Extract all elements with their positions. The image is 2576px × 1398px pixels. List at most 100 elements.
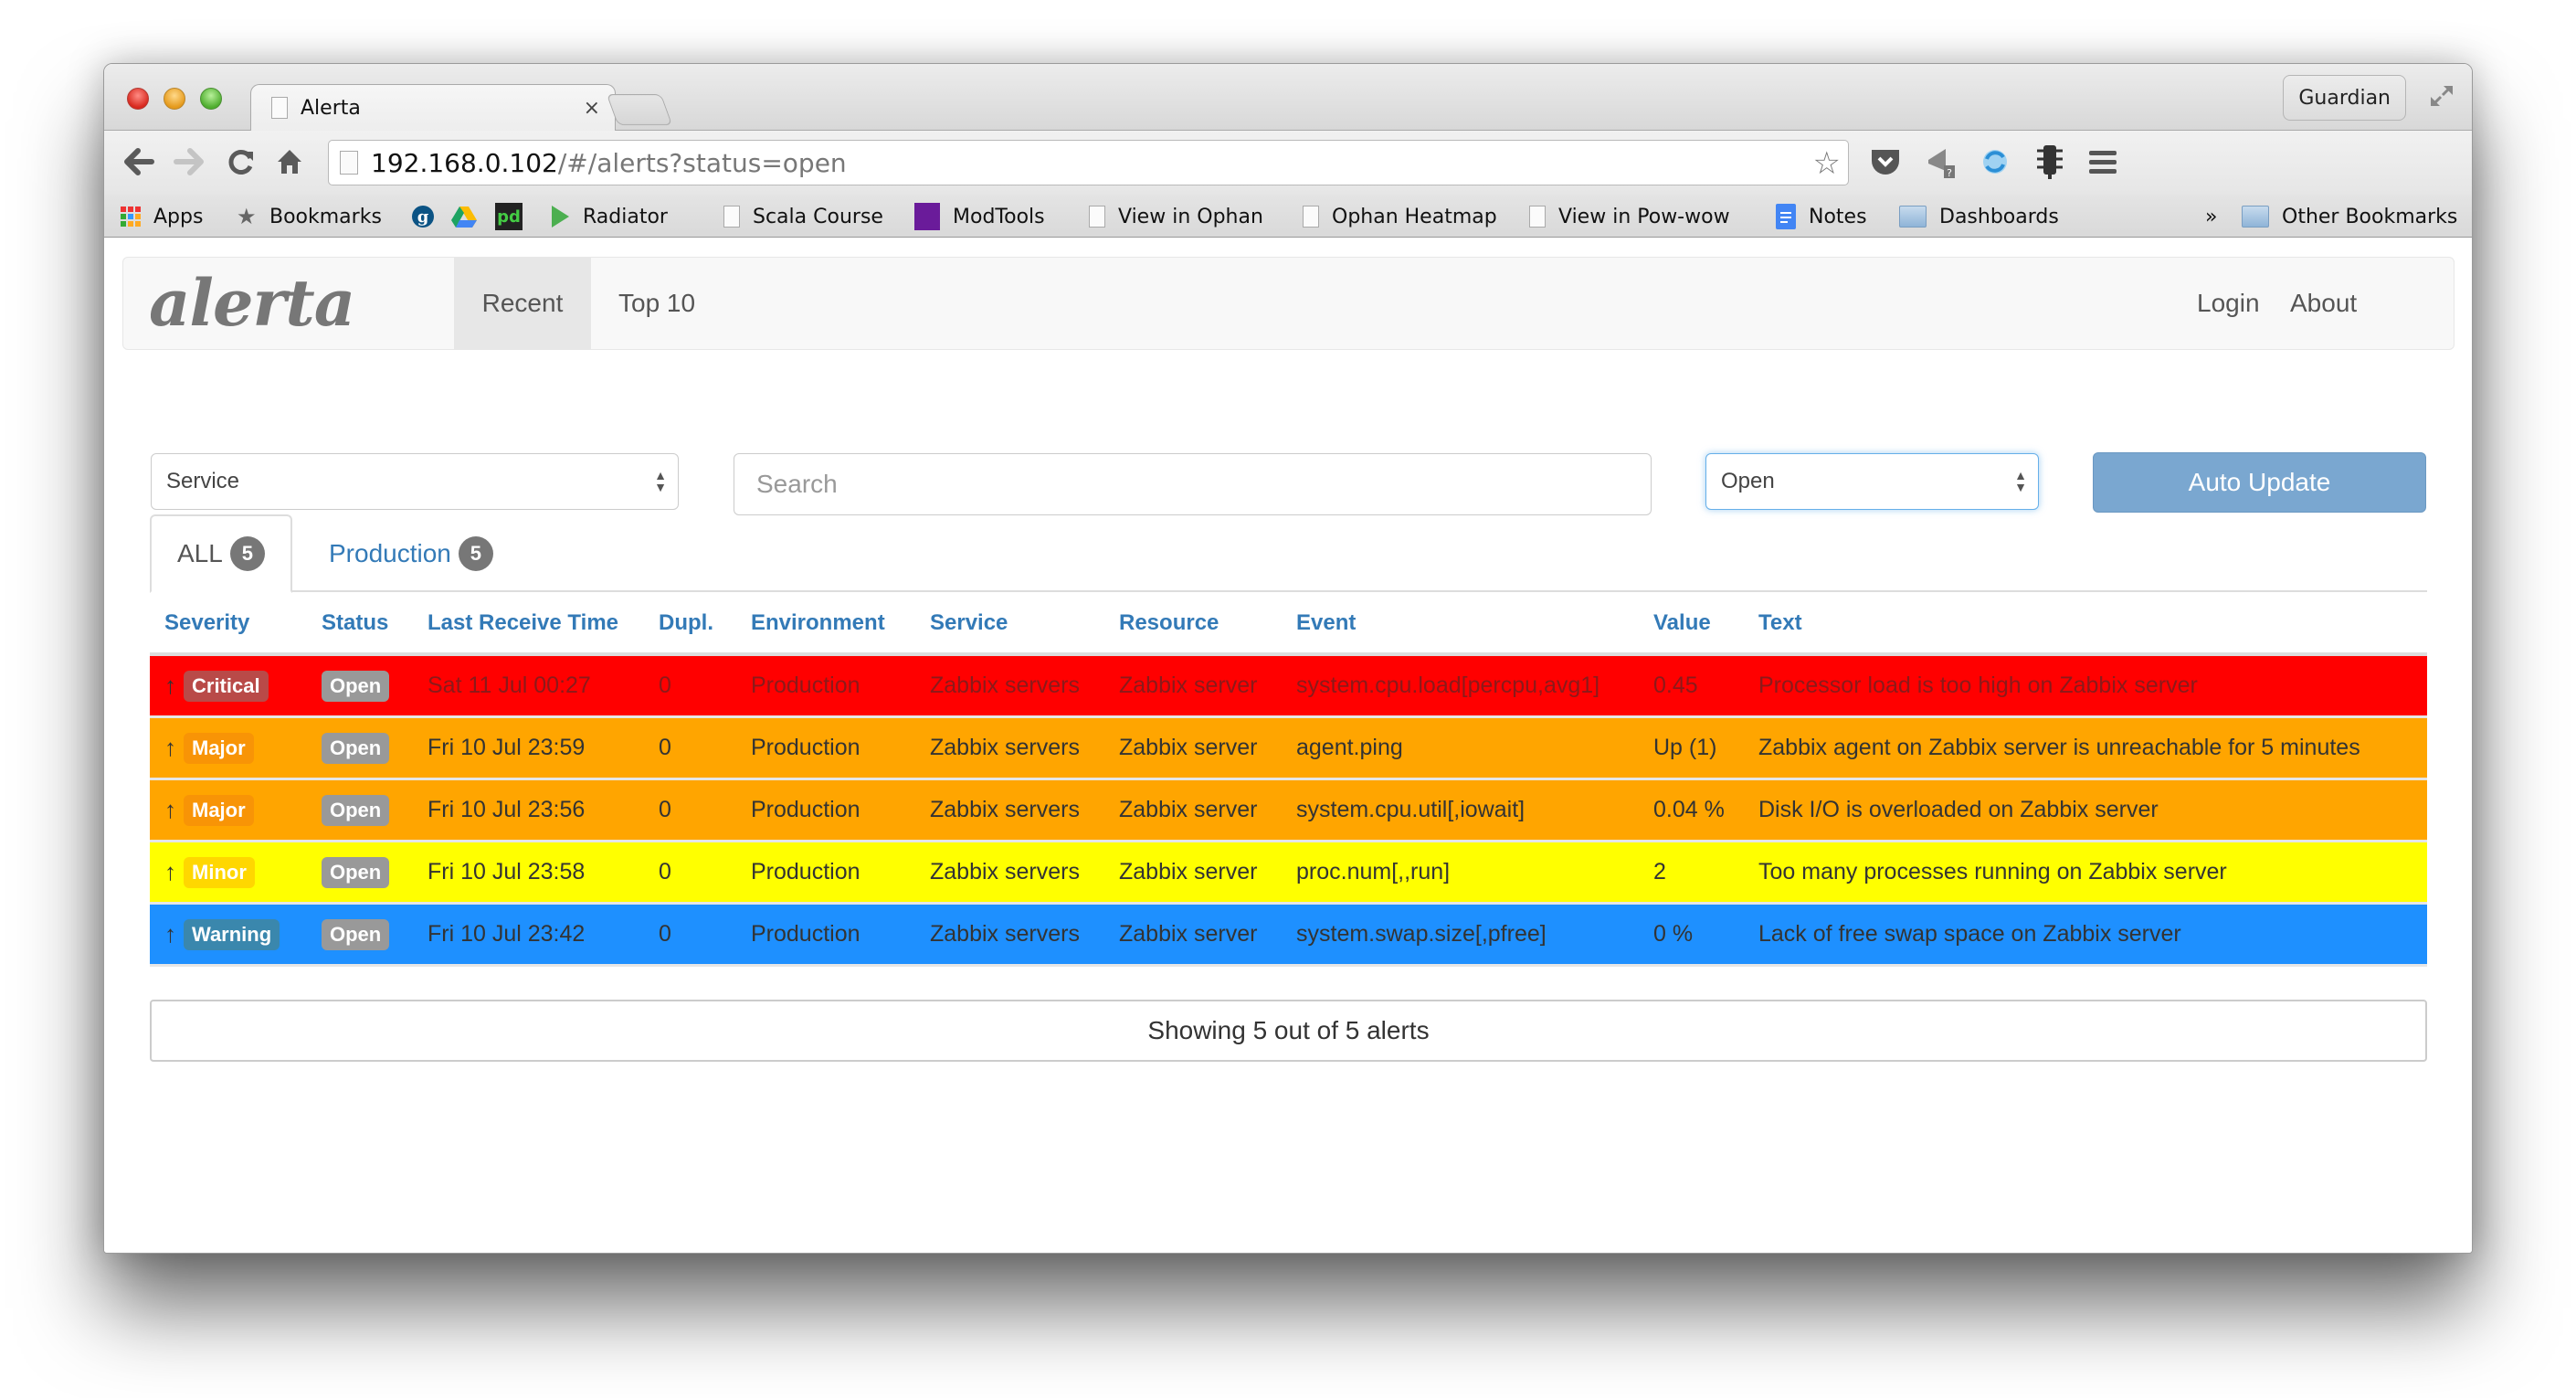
pocket-extension-button[interactable] xyxy=(1867,143,1904,180)
nav-about[interactable]: About xyxy=(2235,258,2384,349)
alerta-logo[interactable]: alerta xyxy=(149,265,355,341)
close-window-button[interactable] xyxy=(127,88,149,110)
bookmark-modtools[interactable]: ModTools xyxy=(914,203,1045,230)
environment-cell: Production xyxy=(736,905,915,967)
status-cell: Open xyxy=(307,656,413,718)
duplicate-count-cell: 0 xyxy=(644,656,736,718)
environment-cell: Production xyxy=(736,780,915,842)
other-bookmarks-folder[interactable]: Other Bookmarks xyxy=(2242,203,2457,230)
forward-button[interactable] xyxy=(173,145,206,178)
column-header-event[interactable]: Event xyxy=(1282,594,1639,656)
page-icon xyxy=(1529,206,1546,228)
group-by-select[interactable]: Service ▲ ▼ xyxy=(151,453,679,510)
reload-button[interactable] xyxy=(225,145,258,178)
traffic-light-icon xyxy=(2037,145,2063,179)
severity-label: Major xyxy=(184,732,254,764)
bookmarks-overflow-button[interactable]: » xyxy=(2205,203,2217,230)
severity-label: Warning xyxy=(184,918,280,950)
traffic-light-extension-button[interactable] xyxy=(2032,143,2068,180)
count-badge: 5 xyxy=(458,536,493,571)
bookmark-apps[interactable]: Apps xyxy=(121,203,203,230)
column-header-resource[interactable]: Resource xyxy=(1104,594,1282,656)
new-tab-button[interactable] xyxy=(606,94,673,125)
bookmark-label: View in Pow-wow xyxy=(1558,205,1730,228)
back-button[interactable] xyxy=(122,145,155,178)
last-receive-time-cell: Fri 10 Jul 23:59 xyxy=(413,718,644,780)
status-cell: Open xyxy=(307,905,413,967)
column-header-value[interactable]: Value xyxy=(1639,594,1744,656)
bookmark-view-in-ophan[interactable]: View in Ophan xyxy=(1089,203,1263,230)
service-cell: Zabbix servers xyxy=(915,656,1104,718)
column-header-status[interactable]: Status xyxy=(307,594,413,656)
bookmark-guardian[interactable]: g xyxy=(411,203,448,230)
bookmark-label: Bookmarks xyxy=(269,205,382,228)
bookmark-pagerduty[interactable]: pd xyxy=(495,203,535,230)
browser-tab-alerta[interactable]: Alerta × xyxy=(250,84,616,132)
bookmark-dashboards-folder[interactable]: Dashboards xyxy=(1899,203,2059,230)
bookmark-google-drive[interactable] xyxy=(451,203,490,230)
auto-update-button[interactable]: Auto Update xyxy=(2093,452,2426,513)
arrow-left-icon xyxy=(124,148,154,175)
minimize-window-button[interactable] xyxy=(164,88,185,110)
fullscreen-icon[interactable] xyxy=(2428,82,2455,110)
profile-button[interactable]: Guardian xyxy=(2283,75,2406,121)
bookmark-label: Other Bookmarks xyxy=(2282,205,2458,228)
bookmark-view-in-pow-wow[interactable]: View in Pow-wow xyxy=(1529,203,1730,230)
column-header-service[interactable]: Service xyxy=(915,594,1104,656)
alert-row[interactable]: ↑ Major Open Fri 10 Jul 23:59 0 Productio… xyxy=(150,718,2427,780)
env-tab-all[interactable]: ALL 5 xyxy=(150,514,292,593)
bookmark-star-icon[interactable]: ☆ xyxy=(1813,148,1841,179)
zoom-window-button[interactable] xyxy=(200,88,222,110)
tab-close-icon[interactable]: × xyxy=(584,97,600,120)
folder-icon xyxy=(2242,206,2269,228)
alert-row[interactable]: ↑ Minor Open Fri 10 Jul 23:58 0 Productio… xyxy=(150,842,2427,905)
severity-label: Critical xyxy=(184,670,269,702)
text-cell: Disk I/O is overloaded on Zabbix server xyxy=(1744,780,2427,842)
status-select[interactable]: Open ▲ ▼ xyxy=(1705,453,2039,510)
bookmark-ophan-heatmap[interactable]: Ophan Heatmap xyxy=(1303,203,1497,230)
event-cell: system.swap.size[,pfree] xyxy=(1282,905,1639,967)
alert-row[interactable]: ↑ Warning Open Fri 10 Jul 23:42 0 Product… xyxy=(150,905,2427,967)
nav-top-10[interactable]: Top 10 xyxy=(591,258,695,349)
address-bar[interactable]: 192.168.0.102/#/alerts?status=open ☆ xyxy=(328,140,1849,185)
announcement-extension-button[interactable]: ? xyxy=(1924,143,1960,180)
service-cell: Zabbix servers xyxy=(915,780,1104,842)
alert-row[interactable]: ↑ Critical Open Sat 11 Jul 00:27 0 Produc… xyxy=(150,656,2427,718)
column-header-text[interactable]: Text xyxy=(1744,594,2427,656)
severity-cell: ↑ Critical xyxy=(150,656,307,718)
resource-cell: Zabbix server xyxy=(1104,780,1282,842)
alert-row[interactable]: ↑ Major Open Fri 10 Jul 23:56 0 Productio… xyxy=(150,780,2427,842)
table-header-row: Severity Status Last Receive Time Dupl. … xyxy=(150,594,2427,656)
search-input[interactable] xyxy=(734,453,1652,515)
url-text[interactable]: 192.168.0.102/#/alerts?status=open xyxy=(371,148,847,178)
bookmark-bookmarks[interactable]: ★ Bookmarks xyxy=(237,203,382,230)
status-selected-value: Open xyxy=(1721,469,1775,493)
event-cell: system.cpu.load[percpu,avg1] xyxy=(1282,656,1639,718)
alerts-table: Severity Status Last Receive Time Dupl. … xyxy=(150,594,2427,967)
bookmark-scala-course[interactable]: Scala Course xyxy=(723,203,883,230)
column-header-dupl[interactable]: Dupl. xyxy=(644,594,736,656)
value-cell: 2 xyxy=(1639,842,1744,905)
sync-icon xyxy=(1983,150,2007,174)
nav-recent[interactable]: Recent xyxy=(454,258,591,349)
bookmark-radiator[interactable]: Radiator xyxy=(550,203,668,230)
env-tab-production[interactable]: Production 5 xyxy=(303,514,519,593)
column-header-environment[interactable]: Environment xyxy=(736,594,915,656)
severity-cell: ↑ Warning xyxy=(150,905,307,967)
page-icon xyxy=(723,206,740,228)
column-header-last-receive-time[interactable]: Last Receive Time xyxy=(413,594,644,656)
duplicate-count-cell: 0 xyxy=(644,905,736,967)
last-receive-time-cell: Fri 10 Jul 23:58 xyxy=(413,842,644,905)
pagerduty-icon: pd xyxy=(495,203,523,230)
text-cell: Lack of free swap space on Zabbix server xyxy=(1744,905,2427,967)
home-icon xyxy=(278,150,301,174)
count-badge: 5 xyxy=(229,536,265,571)
folder-icon xyxy=(1899,206,1927,228)
column-header-severity[interactable]: Severity xyxy=(150,594,307,656)
home-button[interactable] xyxy=(273,145,306,178)
chrome-menu-button[interactable] xyxy=(2085,143,2121,180)
bookmark-notes[interactable]: Notes xyxy=(1776,203,1867,230)
trend-up-arrow-icon: ↑ xyxy=(164,920,176,948)
text-cell: Zabbix agent on Zabbix server is unreach… xyxy=(1744,718,2427,780)
sync-extension-button[interactable] xyxy=(1977,143,2013,180)
